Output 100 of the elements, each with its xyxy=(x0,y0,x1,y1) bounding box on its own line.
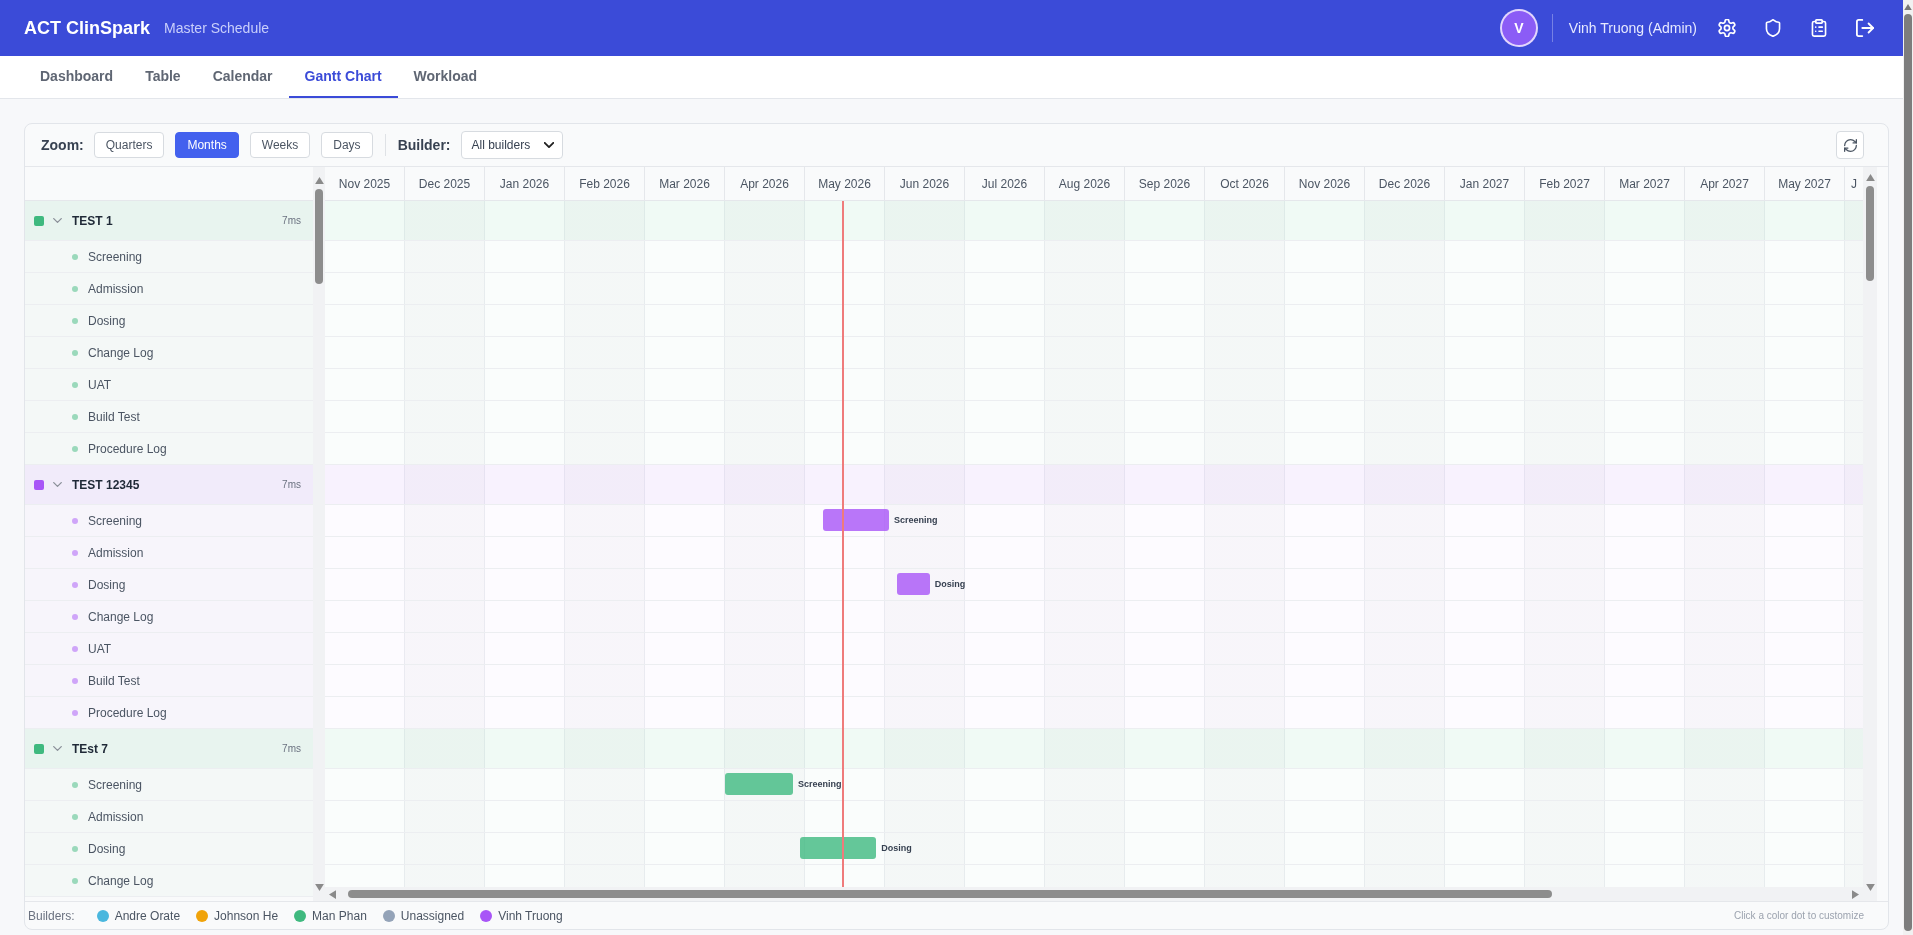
month-label: Jan 2026 xyxy=(499,176,550,191)
zoom-label: Zoom: xyxy=(41,137,84,153)
zoom-button[interactable]: Months xyxy=(175,132,239,158)
month-label: Dec 2026 xyxy=(1378,176,1431,191)
month-label: Feb 2027 xyxy=(1539,176,1590,191)
month-label: Jan 2027 xyxy=(1459,176,1510,191)
bar-label: Dosing xyxy=(934,578,966,591)
settings-icon xyxy=(1718,19,1736,37)
task-name: Build Test xyxy=(88,673,140,688)
builder-color-dot-icon[interactable] xyxy=(96,909,109,922)
builder-name: Johnson He xyxy=(214,908,279,923)
task-dot-icon xyxy=(72,781,78,788)
nav-tab[interactable]: Dashboard xyxy=(24,56,130,98)
month-label: Apr 2026 xyxy=(740,176,789,191)
down-triangle-icon[interactable] xyxy=(314,884,324,891)
builder-name: Man Phan xyxy=(312,908,367,923)
builder-color-dot-icon[interactable] xyxy=(382,909,395,922)
task-dot-icon xyxy=(72,813,78,820)
month-label: Feb 2026 xyxy=(579,176,630,191)
clipboard-icon xyxy=(1810,19,1828,37)
task-name: Change Log xyxy=(88,873,154,888)
task-name: Dosing xyxy=(88,841,126,856)
task-bar[interactable] xyxy=(800,837,877,859)
task-dot-icon xyxy=(72,581,78,588)
chevron-down-icon[interactable] xyxy=(53,746,62,751)
builder-name: Andre Orate xyxy=(114,908,181,923)
chevron-down-icon xyxy=(544,142,555,148)
milestone-count: 7ms xyxy=(282,479,301,490)
up-triangle-icon[interactable] xyxy=(1904,4,1912,10)
task-name: Change Log xyxy=(88,345,154,360)
task-dot-icon xyxy=(72,285,78,292)
task-dot-icon xyxy=(72,349,78,356)
refresh-icon xyxy=(1843,138,1857,152)
task-name: Screening xyxy=(88,513,143,528)
scrollbar-thumb[interactable] xyxy=(315,189,323,284)
task-name: UAT xyxy=(88,377,112,392)
nav-tab[interactable]: Table xyxy=(129,56,197,98)
task-dot-icon xyxy=(72,709,78,716)
milestone-count: 7ms xyxy=(282,743,301,754)
zoom-button[interactable]: Quarters xyxy=(93,132,165,158)
chevron-down-icon[interactable] xyxy=(53,482,62,487)
builder-color-dot-icon[interactable] xyxy=(294,909,307,922)
up-triangle-icon[interactable] xyxy=(314,177,324,184)
task-name: Screening xyxy=(88,777,143,792)
task-name: Procedure Log xyxy=(88,705,167,720)
right-triangle-icon[interactable] xyxy=(1852,889,1859,899)
task-dot-icon xyxy=(72,317,78,324)
task-name: Admission xyxy=(88,281,144,296)
app-name: ACT ClinSpark xyxy=(24,17,151,39)
down-triangle-icon[interactable] xyxy=(1865,884,1875,891)
shield-icon xyxy=(1764,19,1782,37)
up-triangle-icon[interactable] xyxy=(1865,174,1875,181)
scrollbar-thumb[interactable] xyxy=(1904,14,1912,931)
task-name: Admission xyxy=(88,545,144,560)
logout-icon xyxy=(1856,19,1874,37)
refresh-button[interactable] xyxy=(1836,131,1864,159)
builder-color-dot-icon[interactable] xyxy=(480,909,493,922)
group-name: TEst 7 xyxy=(72,741,108,756)
nav-tab[interactable]: Workload xyxy=(397,56,494,98)
milestone-count: 7ms xyxy=(282,215,301,226)
month-label: Sep 2026 xyxy=(1138,176,1191,191)
builder-color-dot-icon[interactable] xyxy=(196,909,209,922)
nav-tab[interactable]: Gantt Chart xyxy=(288,56,398,98)
month-label: Apr 2027 xyxy=(1700,176,1749,191)
task-dot-icon xyxy=(72,877,78,884)
scrollbar-thumb[interactable] xyxy=(1866,186,1874,281)
user-avatar[interactable]: V xyxy=(1499,9,1538,47)
task-dot-icon xyxy=(72,845,78,852)
builder-select[interactable]: All builders xyxy=(460,131,564,159)
page-title: Master Schedule xyxy=(164,20,270,36)
month-label: Mar 2026 xyxy=(659,176,710,191)
scrollbar-thumb[interactable] xyxy=(348,890,1552,898)
task-name: Dosing xyxy=(88,577,126,592)
month-label: May 2027 xyxy=(1778,176,1831,191)
month-label: Aug 2026 xyxy=(1058,176,1111,191)
task-dot-icon xyxy=(72,613,78,620)
user-name: Vinh Truong (Admin) xyxy=(1568,20,1697,36)
bar-label: Dosing xyxy=(881,842,912,855)
bar-label: Screening xyxy=(798,778,842,791)
nav-tab[interactable]: Calendar xyxy=(196,56,289,98)
month-label: Jul 2026 xyxy=(981,176,1028,191)
task-name: Screening xyxy=(88,249,143,264)
month-label: Mar 2027 xyxy=(1619,176,1670,191)
zoom-button[interactable]: Weeks xyxy=(249,132,311,158)
task-dot-icon xyxy=(72,677,78,684)
chevron-down-icon[interactable] xyxy=(53,218,62,223)
task-dot-icon xyxy=(72,645,78,652)
task-name: Procedure Log xyxy=(88,441,167,456)
bar-label: Screening xyxy=(894,514,938,527)
task-name: Build Test xyxy=(88,409,140,424)
month-label: Oct 2026 xyxy=(1220,176,1269,191)
builder-name: Vinh Truong xyxy=(498,908,563,923)
task-dot-icon xyxy=(72,445,78,452)
month-label: J xyxy=(1851,176,1857,191)
left-triangle-icon[interactable] xyxy=(329,889,336,899)
task-dot-icon xyxy=(72,549,78,556)
builder-name: Unassigned xyxy=(400,908,465,923)
zoom-button[interactable]: Days xyxy=(321,132,373,158)
task-dot-icon xyxy=(72,381,78,388)
month-label: Jun 2026 xyxy=(899,176,950,191)
